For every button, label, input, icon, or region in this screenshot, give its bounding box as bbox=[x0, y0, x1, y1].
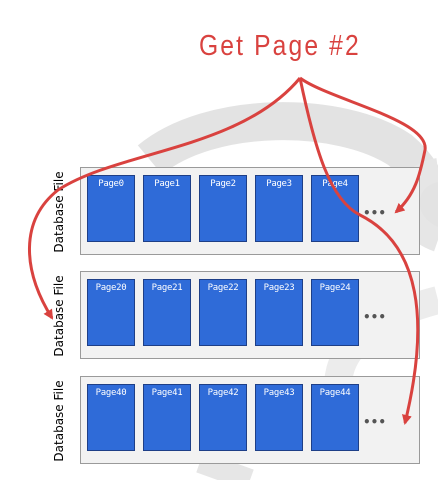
database-file-label: Database File bbox=[52, 171, 66, 253]
database-file-panel: Database File Page20 Page21 Page22 Page23 Pag… bbox=[52, 271, 420, 359]
page-block: Page23 bbox=[255, 279, 303, 346]
more-pages-ellipsis: ••• bbox=[363, 310, 387, 324]
page-label: Page4 bbox=[322, 179, 348, 189]
database-file-panel: Database File Page40 Page41 Page42 Page43 Pag… bbox=[52, 376, 420, 464]
page-block: Page41 bbox=[143, 384, 191, 451]
page-label: Page40 bbox=[95, 388, 127, 398]
page-block: Page1 bbox=[143, 175, 191, 242]
page-label: Page23 bbox=[263, 283, 295, 293]
database-file-panel: Database File Page0 Page1 Page2 Page3 Page4 ••… bbox=[52, 167, 420, 255]
page-label: Page20 bbox=[95, 283, 127, 293]
page-label: Page44 bbox=[319, 388, 351, 398]
page-label: Page41 bbox=[151, 388, 183, 398]
page-label: Page21 bbox=[151, 283, 183, 293]
page-label: Page2 bbox=[210, 179, 236, 189]
page-block: Page21 bbox=[143, 279, 191, 346]
page-block: Page42 bbox=[199, 384, 247, 451]
page-label: Page22 bbox=[207, 283, 239, 293]
page-block: Page44 bbox=[311, 384, 359, 451]
page-label: Page3 bbox=[266, 179, 292, 189]
database-file-label: Database File bbox=[52, 275, 66, 357]
page-block: Page2 bbox=[199, 175, 247, 242]
page-block: Page22 bbox=[199, 279, 247, 346]
database-file-label: Database File bbox=[52, 380, 66, 462]
more-pages-ellipsis: ••• bbox=[363, 206, 387, 220]
page-block: Page4 bbox=[311, 175, 359, 242]
page-block: Page43 bbox=[255, 384, 303, 451]
page-block: Page24 bbox=[311, 279, 359, 346]
page-block: Page20 bbox=[87, 279, 135, 346]
diagram-title: Get Page #2 bbox=[199, 30, 361, 62]
page-label: Page0 bbox=[98, 179, 124, 189]
page-label: Page1 bbox=[154, 179, 180, 189]
page-label: Page42 bbox=[207, 388, 239, 398]
page-label: Page43 bbox=[263, 388, 295, 398]
page-label: Page24 bbox=[319, 283, 351, 293]
page-block: Page3 bbox=[255, 175, 303, 242]
more-pages-ellipsis: ••• bbox=[363, 415, 387, 429]
page-block: Page40 bbox=[87, 384, 135, 451]
page-block: Page0 bbox=[87, 175, 135, 242]
